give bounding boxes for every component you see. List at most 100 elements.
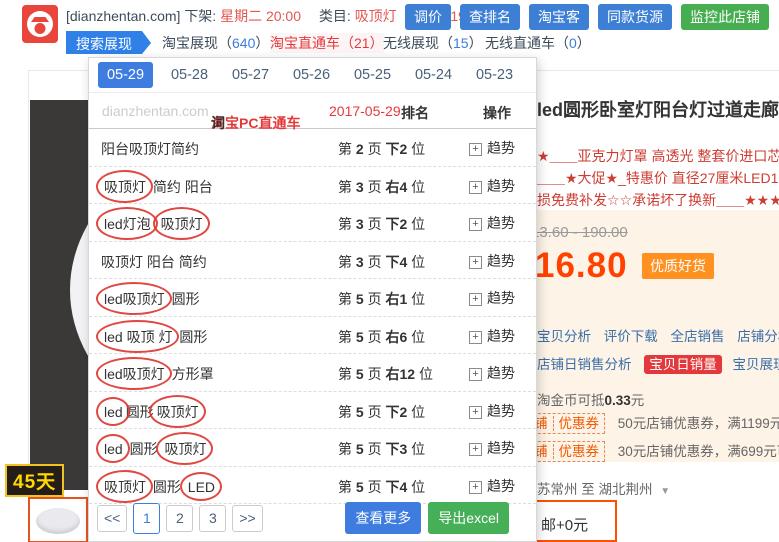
price-row: 16.80 优质好货 [535,246,714,286]
trend-button[interactable]: +趋势 [469,363,515,383]
keyword-row: led圆形吸顶灯 第 5 页 下2 位 +趋势 [89,392,536,430]
rank-text: 第 3 页 下2 位 [338,214,425,234]
keyword-row: 吸顶灯 简约 阳台 第 3 页 右4 位 +趋势 [89,167,536,205]
taobao-ke-button[interactable]: 淘宝客 [529,4,589,30]
keyword-row: 阳台吸顶灯简约 第 2 页 下2 位 +趋势 [89,129,536,167]
coupon-text: 30元店铺优惠券，满699元可用 [618,444,779,459]
keyword-text: led 圆形 吸顶灯 [101,439,209,459]
rank-text: 第 5 页 右6 位 [338,327,425,347]
trend-button[interactable]: +趋势 [469,288,515,308]
quality-badge: 优质好货 [642,253,714,279]
category-label: 类目: [319,8,351,24]
keyword-text: 阳台吸顶灯简约 [101,139,199,159]
page-button-2[interactable]: 2 [166,505,193,532]
keyword-row: led吸顶灯 方形罩 第 5 页 右12 位 +趋势 [89,354,536,392]
keyword-text: led吸顶灯 方形罩 [101,364,214,384]
keyword-row: led灯泡 吸顶灯 第 3 页 下2 位 +趋势 [89,204,536,242]
date-tab[interactable]: 05-26 [281,67,342,83]
keyword-text: 吸顶灯 阳台 简约 [101,252,207,272]
monitor-shop-button[interactable]: 监控此店铺 [681,4,769,30]
plus-icon: + [469,368,482,381]
coupon-row: 铺优惠券 50元店铺优惠券，满1199元可用 [528,412,779,432]
tool-link[interactable]: 店铺分析 [737,329,779,344]
promo-line: 损免费补发☆☆承诺坏了换新＿＿★★★★＿ [537,190,779,210]
page-prev-button[interactable]: << [97,505,127,532]
rank-text: 第 3 页 下4 位 [338,252,425,272]
topbar-buttons: 调价 查排名 淘宝客 同款货源 监控此店铺 [405,4,769,30]
plus-icon: + [469,443,482,456]
promo-badge-45days: 45天 [5,464,64,497]
trend-button[interactable]: +趋势 [469,176,515,196]
view-more-button[interactable]: 查看更多 [345,502,421,534]
coupon-tag: 铺优惠券 [528,413,605,434]
plus-icon: + [469,256,482,269]
tab-taobao-display[interactable]: 淘宝展现（640） [162,33,269,53]
rank-text: 第 5 页 下2 位 [338,402,425,422]
tool-links-row: 店铺日销售分析 宝贝日销量 宝贝展现词 无线 [537,353,779,373]
detective-logo-icon [22,5,58,43]
date-tab[interactable]: 05-24 [403,67,464,83]
coupon-text: 50元店铺优惠券，满1199元可用 [618,416,779,431]
trend-button[interactable]: +趋势 [469,251,515,271]
date-tab[interactable]: 05-28 [159,67,220,83]
keyword-row: 吸顶灯 圆形 LED 第 5 页 下4 位 +趋势 [89,467,536,505]
plus-icon: + [469,218,482,231]
shipping-route: 苏常州 至 湖北荆州 ▼ [537,478,670,498]
product-thumbnail[interactable] [28,497,88,542]
plus-icon: + [469,331,482,344]
tool-link[interactable]: 全店销售 [671,329,725,344]
tab-wireless-display[interactable]: 无线展现（15） [383,33,483,53]
trend-button[interactable]: +趋势 [469,476,515,496]
plus-icon: + [469,293,482,306]
keyword-text: 吸顶灯 简约 阳台 [101,177,213,197]
daily-sales-badge[interactable]: 宝贝日销量 [644,355,722,374]
rank-text: 第 5 页 下4 位 [338,477,425,497]
tab-wireless-ztc[interactable]: 无线直通车（0） [485,33,591,53]
tool-link[interactable]: 店铺日销售分析 [537,357,632,372]
keyword-text: 吸顶灯 圆形 LED [101,477,218,497]
coupon-row: 铺优惠券 30元店铺优惠券，满699元可用 [528,440,779,460]
trend-button[interactable]: +趋势 [469,326,515,346]
trend-button[interactable]: +趋势 [469,438,515,458]
rank-text: 第 5 页 右12 位 [338,364,433,384]
category-value: 吸顶灯 [355,8,397,24]
keyword-row: led 吸顶 灯 圆形 第 5 页 右6 位 +趋势 [89,317,536,355]
keyword-text: led 吸顶 灯 圆形 [101,327,207,347]
trend-button[interactable]: +趋势 [469,213,515,233]
dropdown-caret-icon[interactable]: ▼ [660,486,670,497]
date-tab[interactable]: 05-27 [220,67,281,83]
page-button-1[interactable]: 1 [133,503,160,534]
keyword-rank-popup: 05-29 05-28 05-27 05-26 05-25 05-24 05-2… [88,57,537,542]
page-button-3[interactable]: 3 [199,505,226,532]
tool-link[interactable]: 宝贝展现词 [733,357,779,372]
coupon-tag: 铺优惠券 [528,441,605,462]
rank-text: 第 5 页 下3 位 [338,439,425,459]
trend-button[interactable]: +趋势 [469,401,515,421]
offshelf-label: 下架: [184,8,216,24]
current-price: 16.80 [535,246,628,285]
date-tab[interactable]: 05-25 [342,67,403,83]
date-tab[interactable]: 05-23 [464,67,525,83]
tab-taobao-ztc[interactable]: 淘宝直通车（21） [270,33,384,53]
trend-button[interactable]: +趋势 [469,138,515,158]
tab-search-display[interactable]: 搜索展现 [66,31,142,54]
display-tabs-bar: 搜索展现 淘宝展现（640） 淘宝直通车（21） 无线展现（15） 无线直通车（… [0,28,779,56]
coin-discount: 淘金币可抵0.33元 [537,389,644,409]
tool-link[interactable]: 评价下载 [604,329,658,344]
keyword-row: 吸顶灯 阳台 简约 第 3 页 下4 位 +趋势 [89,242,536,280]
pagination: << 1 2 3 >> [97,505,263,534]
check-rank-button[interactable]: 查排名 [460,4,520,30]
keyword-text: led灯泡 吸顶灯 [101,214,206,234]
date-tab[interactable]: 05-29 [98,62,153,88]
old-price: 13.60 - 190.00 [531,224,628,241]
date-tabs: 05-29 05-28 05-27 05-26 05-25 05-24 05-2… [89,58,536,93]
tool-links-row: 宝贝分析 评价下载 全店销售 店铺分析 DSR计 [537,325,779,345]
page-next-button[interactable]: >> [232,505,262,532]
price-adjust-button[interactable]: 调价 [405,4,451,30]
same-goods-button[interactable]: 同款货源 [598,4,672,30]
offshelf-time: 星期二 20:00 [220,8,301,24]
export-excel-button[interactable]: 导出excel [428,502,509,534]
plus-icon: + [469,406,482,419]
tool-link[interactable]: 宝贝分析 [537,329,591,344]
header-site: dianzhentan.com [102,103,209,119]
